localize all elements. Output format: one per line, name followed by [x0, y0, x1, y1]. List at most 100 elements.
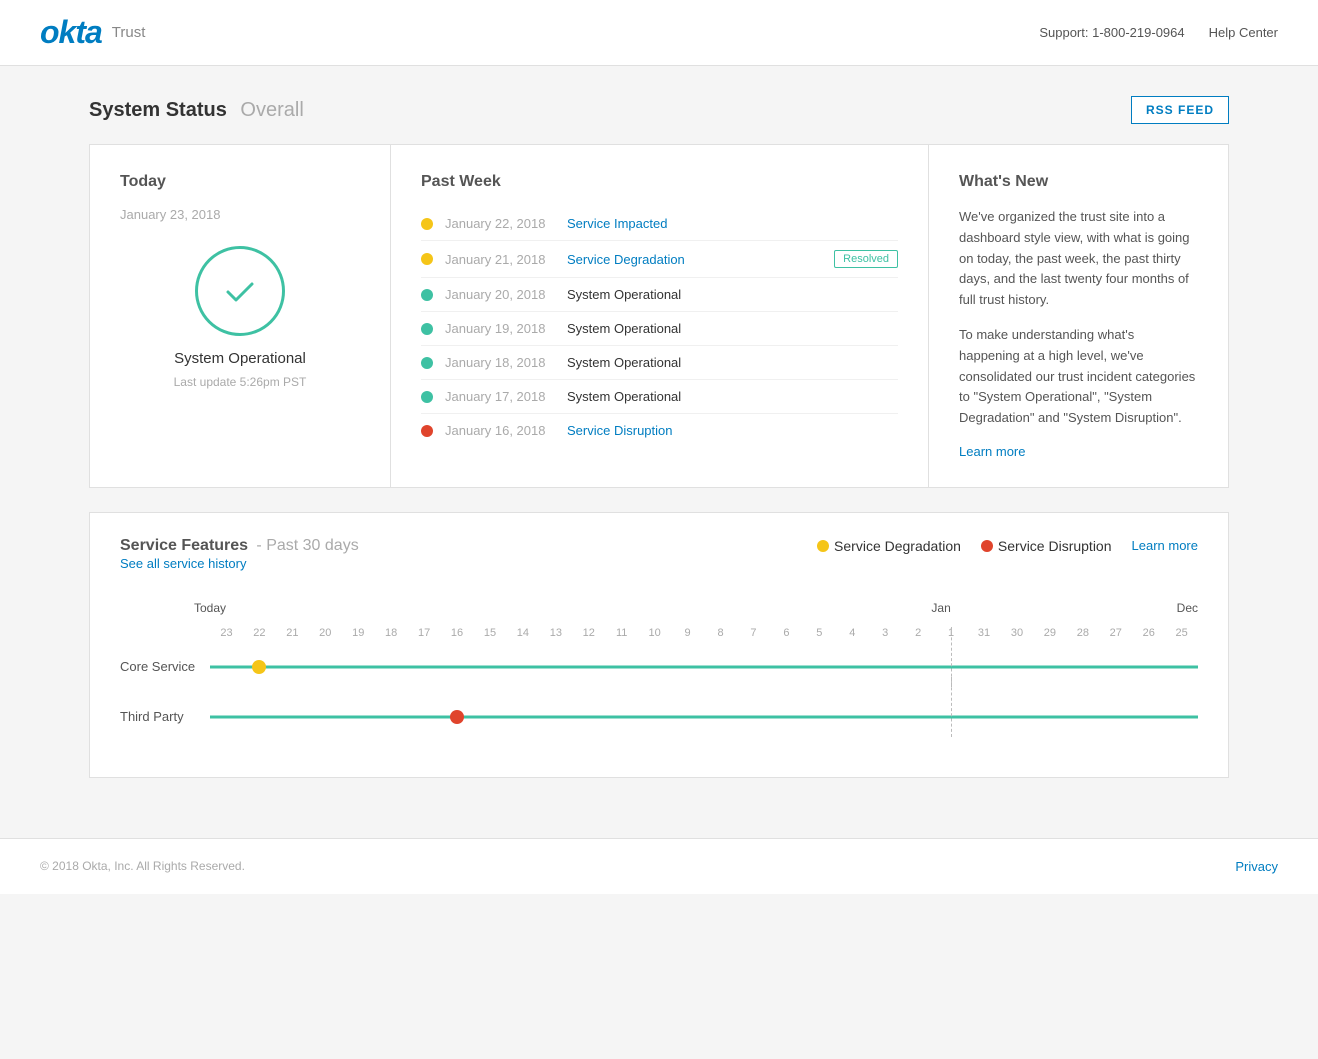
date-tick: 8 [704, 627, 737, 639]
whats-new-card: What's New We've organized the trust sit… [928, 145, 1228, 487]
date-tick: 29 [1033, 627, 1066, 639]
footer: © 2018 Okta, Inc. All Rights Reserved. P… [0, 838, 1318, 894]
date-tick: 19 [342, 627, 375, 639]
date-tick: 3 [869, 627, 902, 639]
dec-month-label: Dec [1177, 601, 1198, 615]
chart-row-label: Third Party [120, 709, 210, 724]
date-tick: 22 [243, 627, 276, 639]
date-tick: 23 [210, 627, 243, 639]
date-tick: 15 [474, 627, 507, 639]
week-date: January 16, 2018 [445, 423, 555, 438]
week-status: System Operational [567, 355, 898, 370]
page-title-sub: Overall [240, 99, 303, 121]
week-dot [421, 323, 433, 335]
whats-new-para1: We've organized the trust site into a da… [959, 207, 1198, 311]
week-list-item: January 17, 2018System Operational [421, 380, 898, 414]
jan-divider-line [951, 677, 952, 737]
week-status: System Operational [567, 321, 898, 336]
service-features-panel: Service Features - Past 30 days Service … [89, 512, 1229, 778]
legend-right: Service Degradation Service Disruption L… [817, 538, 1198, 554]
date-tick: 6 [770, 627, 803, 639]
date-tick: 10 [638, 627, 671, 639]
jan-month-label: Jan [931, 601, 950, 615]
today-status-label: System Operational [174, 350, 306, 367]
legend-disruption: Service Disruption [981, 538, 1112, 554]
date-tick: 21 [276, 627, 309, 639]
whats-new-title: What's New [959, 173, 1198, 191]
today-last-update: Last update 5:26pm PST [174, 375, 307, 389]
date-tick: 12 [572, 627, 605, 639]
week-dot [421, 218, 433, 230]
week-date: January 21, 2018 [445, 252, 555, 267]
date-tick: 9 [671, 627, 704, 639]
week-list-item: January 19, 2018 System Operational [421, 312, 898, 346]
service-header-row: Service Features - Past 30 days Service … [120, 537, 1198, 555]
legend-disruption-label: Service Disruption [998, 538, 1112, 554]
checkmark-icon [220, 271, 260, 311]
legend-degradation-dot [817, 540, 829, 552]
footer-privacy-link[interactable]: Privacy [1235, 859, 1278, 874]
date-tick: 4 [836, 627, 869, 639]
date-tick: 26 [1132, 627, 1165, 639]
main-content: System Status Overall RSS FEED Today Jan… [69, 66, 1249, 838]
support-label: Support: 1-800-219-0964 [1039, 25, 1184, 40]
week-date: January 19, 2018 [445, 321, 555, 336]
service-learn-more-link[interactable]: Learn more [1132, 538, 1198, 553]
week-dot [421, 253, 433, 265]
week-date: January 20, 2018 [445, 287, 555, 302]
date-tick: 2 [902, 627, 935, 639]
chart-rows: Core Service Third Party [120, 647, 1198, 737]
week-list-item: January 22, 2018Service Impacted [421, 207, 898, 241]
week-dot [421, 289, 433, 301]
top-cards-row: Today January 23, 2018 System Operationa… [89, 144, 1229, 488]
help-center-link[interactable]: Help Center [1209, 25, 1278, 40]
date-tick: 30 [1001, 627, 1034, 639]
date-tick: 27 [1099, 627, 1132, 639]
chart-row-line [210, 715, 1198, 718]
chart-row-line [210, 665, 1198, 668]
checkmark-circle [195, 246, 285, 336]
week-date: January 18, 2018 [445, 355, 555, 370]
week-status: System Operational [567, 389, 898, 404]
chart-row-line-wrap [210, 647, 1198, 687]
rss-feed-button[interactable]: RSS FEED [1131, 96, 1229, 124]
today-status-icon-wrap: System Operational Last update 5:26pm PS… [120, 246, 360, 389]
today-date: January 23, 2018 [120, 207, 220, 222]
week-status: System Operational [567, 287, 898, 302]
date-tick: 16 [441, 627, 474, 639]
page-title: System Status Overall [89, 99, 304, 122]
week-list-item: January 16, 2018 Service Disruption [421, 414, 898, 447]
date-tick: 18 [375, 627, 408, 639]
header: okta Trust Support: 1-800-219-0964 Help … [0, 0, 1318, 66]
chart-row: Core Service [120, 647, 1198, 687]
timeline-chart: Today Jan Dec 23222120191817161514131211… [120, 591, 1198, 737]
date-tick: 11 [605, 627, 638, 639]
week-status[interactable]: Service Disruption [567, 423, 898, 438]
week-status[interactable]: Service Impacted [567, 216, 898, 231]
today-label: Today [194, 601, 226, 615]
see-service-history-link[interactable]: See all service history [120, 556, 246, 571]
date-tick: 5 [803, 627, 836, 639]
past-week-title: Past Week [421, 173, 898, 191]
logo-area: okta Trust [40, 14, 145, 51]
chart-row: Third Party [120, 697, 1198, 737]
service-features-sub: - Past 30 days [252, 537, 359, 554]
service-features-title: Service Features [120, 537, 248, 554]
date-tick: 14 [506, 627, 539, 639]
whats-new-learn-more-link[interactable]: Learn more [959, 444, 1025, 459]
date-tick: 25 [1165, 627, 1198, 639]
legend-degradation: Service Degradation [817, 538, 961, 554]
week-status[interactable]: Service Degradation [567, 252, 822, 267]
incident-dot [252, 660, 266, 674]
date-tick: 13 [539, 627, 572, 639]
chart-row-label: Core Service [120, 659, 210, 674]
week-list-item: January 20, 2018 System Operational [421, 278, 898, 312]
date-axis: 2322212019181716151413121110987654321313… [210, 627, 1198, 639]
legend-disruption-dot [981, 540, 993, 552]
chart-row-line-wrap [210, 697, 1198, 737]
legend-degradation-label: Service Degradation [834, 538, 961, 554]
service-title-area: Service Features - Past 30 days [120, 537, 359, 555]
logo-trust-label: Trust [112, 24, 146, 41]
footer-copyright: © 2018 Okta, Inc. All Rights Reserved. [40, 859, 245, 873]
whats-new-para2: To make understanding what's happening a… [959, 325, 1198, 429]
